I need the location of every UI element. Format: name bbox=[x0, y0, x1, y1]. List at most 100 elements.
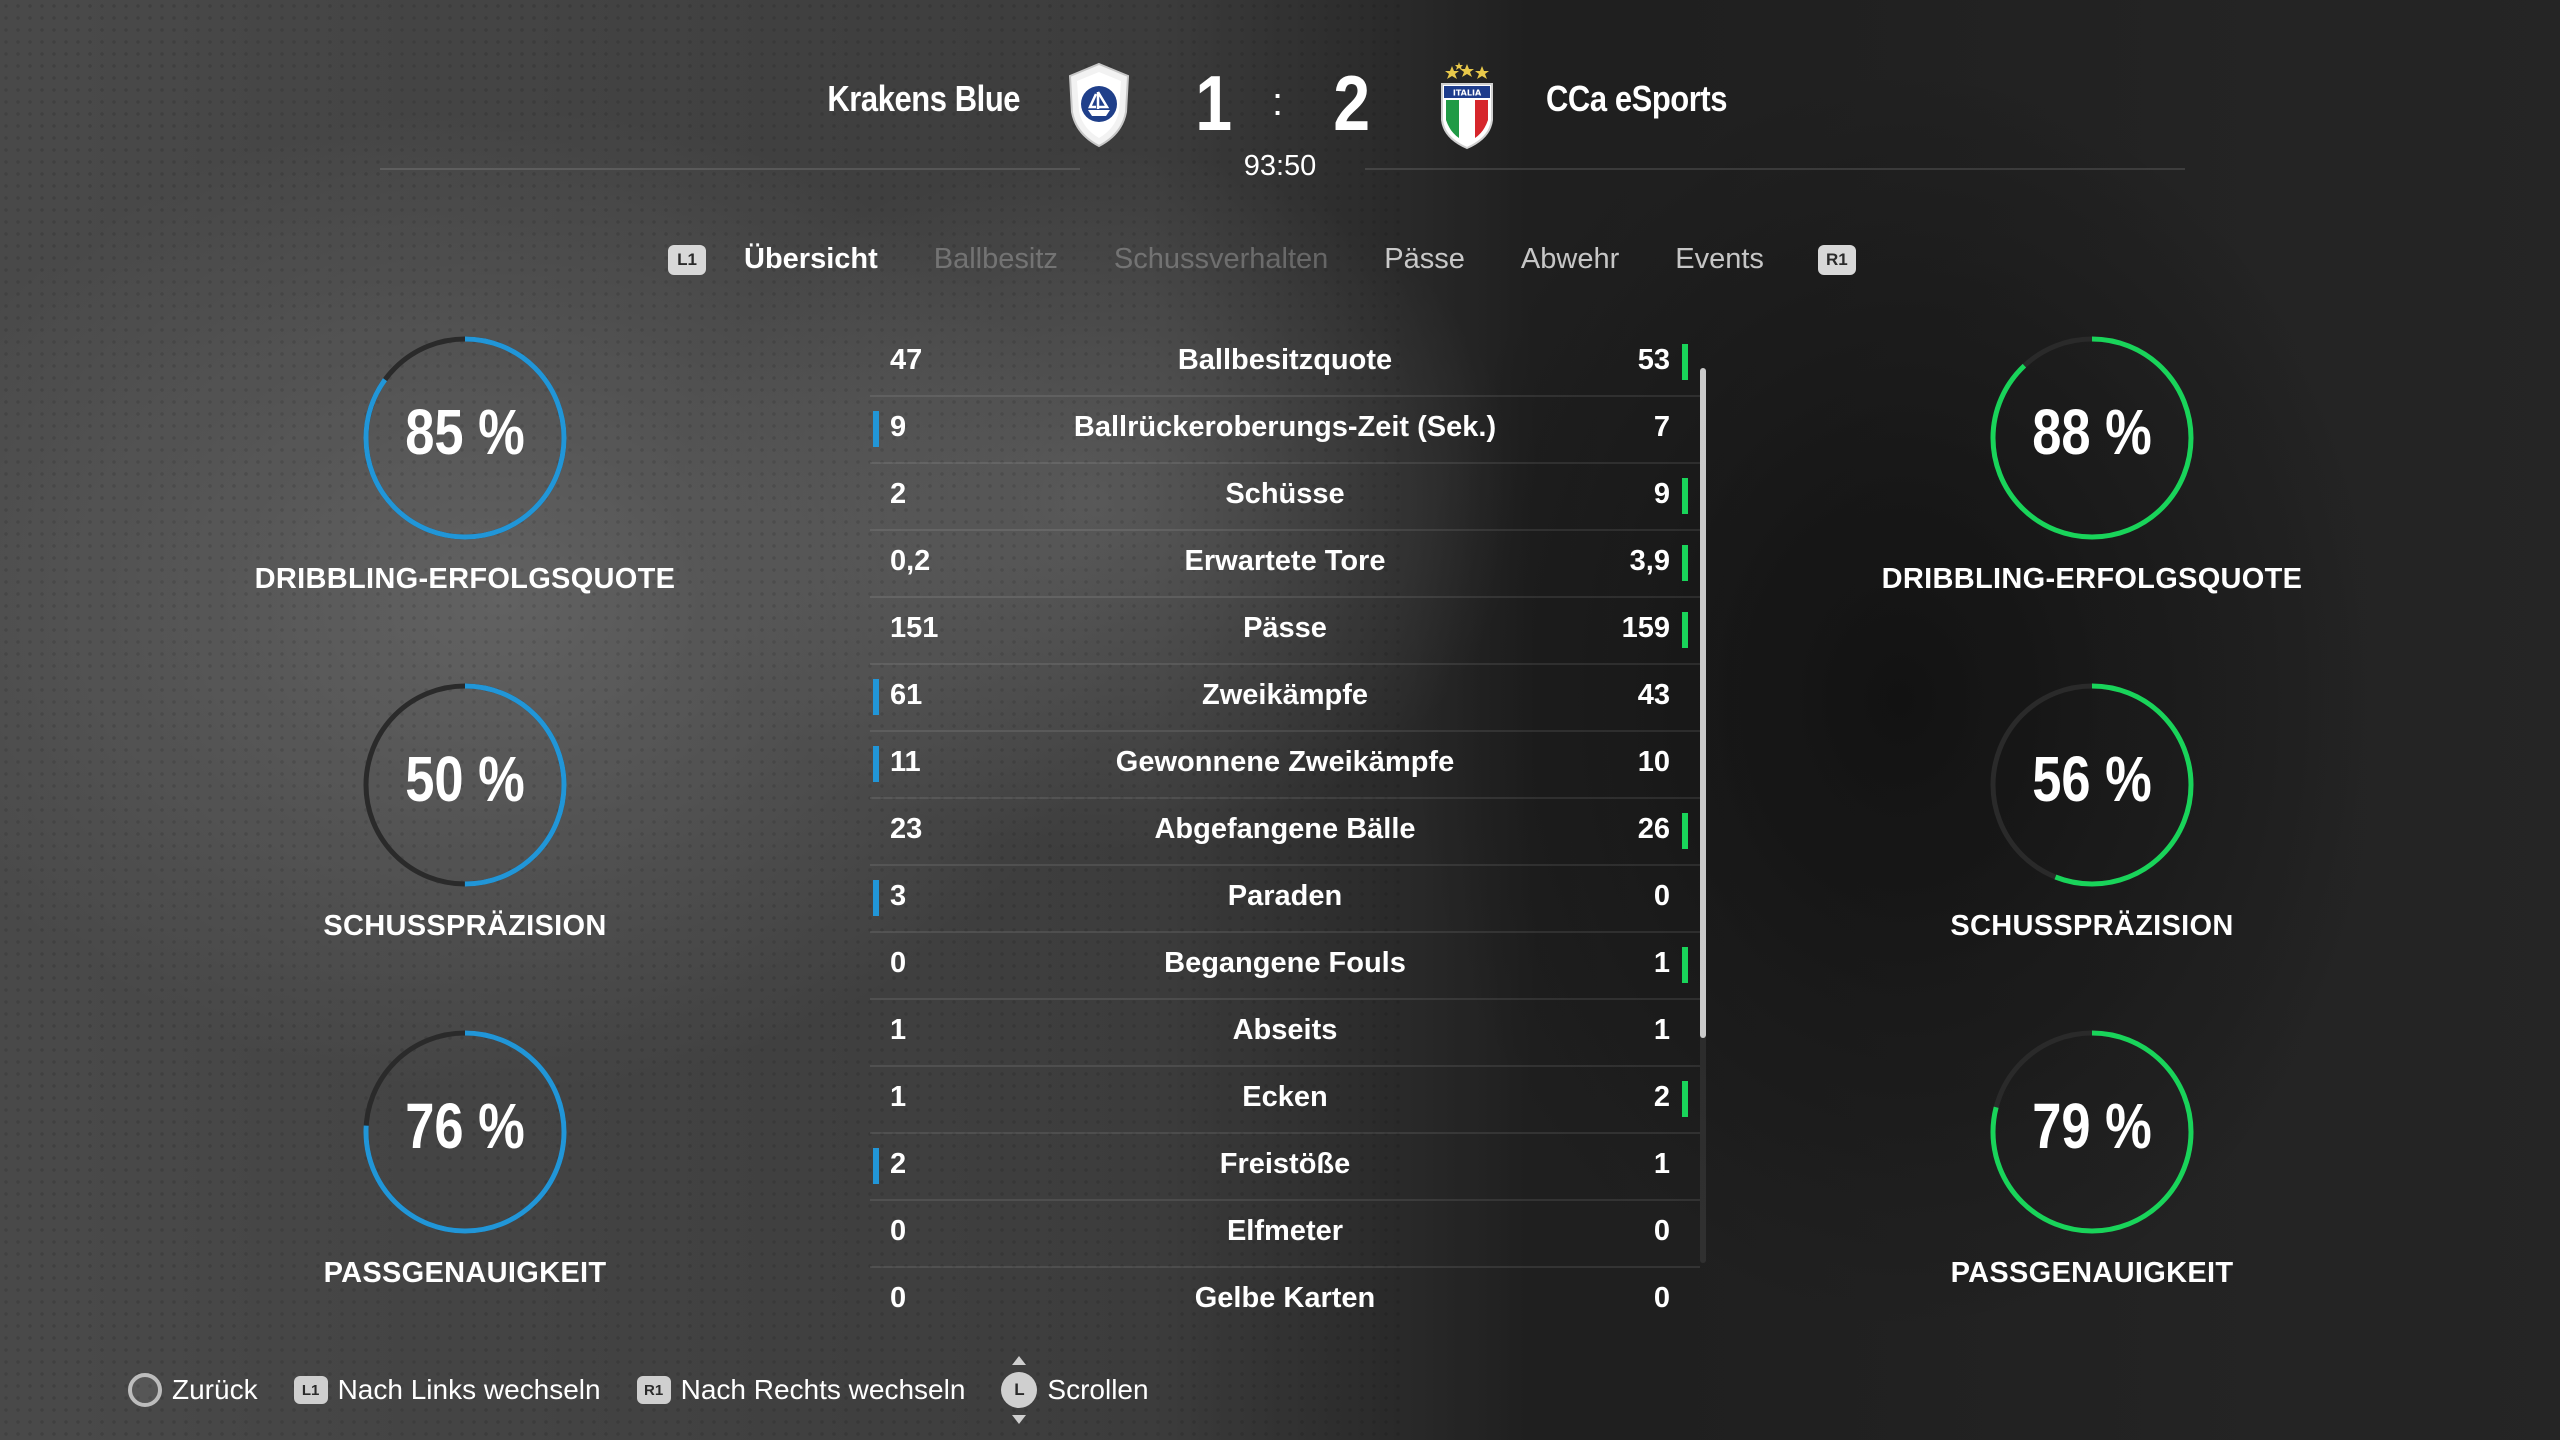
l1-bumper-icon[interactable]: L1 bbox=[668, 244, 706, 275]
table-row: 3 Paraden 0 bbox=[870, 866, 1700, 933]
tab-abwehr[interactable]: Abwehr bbox=[1521, 243, 1619, 276]
stat-name: Ballbesitzquote bbox=[1177, 344, 1393, 376]
away-stat-value: 9 bbox=[1653, 478, 1670, 510]
table-row: 2 Freistöße 1 bbox=[870, 1134, 1700, 1201]
away-stat-value: 7 bbox=[1653, 411, 1670, 443]
away-team-name: CCa eSports bbox=[1546, 78, 1728, 119]
r1-button-icon: R1 bbox=[636, 1376, 671, 1404]
stats-table[interactable]: 47 Ballbesitzquote 53 9 Ballrückeroberun… bbox=[870, 330, 1700, 1333]
ring-label: DRIBBLING-ERFOLGSQUOTE bbox=[1881, 563, 2303, 595]
ring-label: DRIBBLING-ERFOLGSQUOTE bbox=[254, 563, 676, 595]
stat-name: Pässe bbox=[1243, 612, 1327, 644]
stat-name: Ballrückeroberungs-Zeit (Sek.) bbox=[1073, 411, 1497, 443]
away-pass-accuracy-ring: 79 % PASSGENAUIGKEIT bbox=[1862, 1027, 2322, 1290]
away-shot-accuracy-ring: 56 % SCHUSSPRÄZISION bbox=[1862, 680, 2322, 943]
ring-value: 56 % bbox=[2032, 743, 2152, 815]
home-score: 1 bbox=[1195, 59, 1233, 147]
table-row: 0,2 Erwartete Tore 3,9 bbox=[870, 531, 1700, 598]
table-row: 11 Gewonnene Zweikämpfe 10 bbox=[870, 732, 1700, 799]
tab-paesse[interactable]: Pässe bbox=[1384, 243, 1465, 276]
away-stat-value: 1 bbox=[1653, 1148, 1670, 1180]
back-label: Zurück bbox=[172, 1374, 258, 1405]
scrollbar-thumb[interactable] bbox=[1700, 368, 1706, 1038]
tab-ballbesitz: Ballbesitz bbox=[933, 243, 1058, 275]
away-stat-value: 10 bbox=[1637, 746, 1670, 778]
match-clock: 93:50 bbox=[1243, 150, 1317, 182]
away-stat-value: 0 bbox=[1653, 1215, 1670, 1247]
tab-uebersicht[interactable]: Übersicht bbox=[744, 243, 878, 276]
stat-name: Gelbe Karten bbox=[1194, 1282, 1376, 1314]
r1-bumper-icon[interactable]: R1 bbox=[1817, 244, 1856, 275]
away-stat-value: 53 bbox=[1637, 344, 1670, 376]
away-dribbling-ring: 88 % DRIBBLING-ERFOLGSQUOTE bbox=[1862, 333, 2322, 596]
away-score: 2 bbox=[1333, 59, 1371, 147]
tab-events[interactable]: Events bbox=[1675, 243, 1764, 276]
away-stat-value: 0 bbox=[1653, 1282, 1670, 1314]
away-stat-value: 1 bbox=[1653, 947, 1670, 979]
score-separator: : bbox=[1272, 80, 1284, 124]
away-stat-value: 159 bbox=[1621, 612, 1670, 644]
home-shot-accuracy-ring: 50 % SCHUSSPRÄZISION bbox=[235, 680, 695, 943]
l1-button-icon: L1 bbox=[293, 1376, 328, 1404]
stat-name: Freistöße bbox=[1219, 1148, 1351, 1180]
ring-gauge: 50 % bbox=[360, 680, 570, 890]
arrow-down-icon bbox=[1012, 1415, 1027, 1424]
back-button[interactable]: Zurück bbox=[128, 1373, 258, 1407]
home-pass-accuracy-ring: 76 % PASSGENAUIGKEIT bbox=[235, 1027, 695, 1290]
table-row: 61 Zweikämpfe 43 bbox=[870, 665, 1700, 732]
header-divider-left bbox=[380, 168, 1080, 170]
ring-label: SCHUSSPRÄZISION bbox=[1950, 910, 2234, 942]
home-team-name: Krakens Blue bbox=[827, 78, 1020, 119]
stick-badge: L bbox=[1001, 1372, 1038, 1408]
ring-value: 50 % bbox=[405, 743, 525, 815]
stat-name: Gewonnene Zweikämpfe bbox=[1115, 746, 1455, 778]
ring-label: PASSGENAUIGKEIT bbox=[1950, 1257, 2234, 1289]
table-row: 0 Elfmeter 0 bbox=[870, 1201, 1700, 1268]
ring-value: 76 % bbox=[405, 1090, 525, 1162]
table-row: 0 Gelbe Karten 0 bbox=[870, 1268, 1700, 1333]
stat-name: Begangene Fouls bbox=[1164, 947, 1406, 979]
stat-name: Elfmeter bbox=[1226, 1215, 1344, 1247]
away-crest-text: ITALIA bbox=[1453, 89, 1482, 98]
ring-label: SCHUSSPRÄZISION bbox=[323, 910, 607, 942]
stat-name: Abgefangene Bälle bbox=[1154, 813, 1416, 845]
ring-label: PASSGENAUIGKEIT bbox=[323, 1257, 607, 1289]
table-row: 0 Begangene Fouls 1 bbox=[870, 933, 1700, 1000]
stat-name: Zweikämpfe bbox=[1202, 679, 1368, 711]
table-row: 2 Schüsse 9 bbox=[870, 464, 1700, 531]
ring-gauge: 56 % bbox=[1987, 680, 2197, 890]
table-row: 47 Ballbesitzquote 53 bbox=[870, 330, 1700, 397]
stat-name: Paraden bbox=[1227, 880, 1343, 912]
away-stat-value: 26 bbox=[1637, 813, 1670, 845]
ring-value: 88 % bbox=[2032, 396, 2152, 468]
stat-name: Schüsse bbox=[1225, 478, 1345, 510]
away-stat-value: 3,9 bbox=[1629, 545, 1670, 577]
scroll-label: Scrollen bbox=[1047, 1374, 1149, 1405]
circle-button-icon bbox=[128, 1373, 162, 1407]
left-stick-icon: L bbox=[1001, 1356, 1038, 1424]
table-row: 23 Abgefangene Bälle 26 bbox=[870, 799, 1700, 866]
scroll-control[interactable]: L Scrollen bbox=[1001, 1356, 1149, 1424]
ring-gauge: 88 % bbox=[1987, 333, 2197, 543]
stat-name: Ecken bbox=[1242, 1081, 1328, 1113]
ring-value: 85 % bbox=[405, 396, 525, 468]
stats-tabs: L1 Übersicht Ballbesitz Schussverhalten … bbox=[668, 243, 1856, 276]
stats-scrollbar[interactable] bbox=[1700, 368, 1706, 1263]
button-legend: Zurück L1 Nach Links wechseln R1 Nach Re… bbox=[128, 1356, 1185, 1424]
away-stat-value: 1 bbox=[1653, 1014, 1670, 1046]
table-row: 1 Abseits 1 bbox=[870, 1000, 1700, 1067]
away-team-crest: ITALIA bbox=[1432, 60, 1502, 150]
away-stat-value: 2 bbox=[1653, 1081, 1670, 1113]
header-divider-right bbox=[1365, 168, 2185, 170]
ring-value: 79 % bbox=[2032, 1090, 2152, 1162]
switch-left-button[interactable]: L1 Nach Links wechseln bbox=[293, 1374, 601, 1406]
home-dribbling-ring: 85 % DRIBBLING-ERFOLGSQUOTE bbox=[235, 333, 695, 596]
ring-gauge: 76 % bbox=[360, 1027, 570, 1237]
away-stat-value: 0 bbox=[1653, 880, 1670, 912]
arrow-up-icon bbox=[1012, 1356, 1027, 1365]
stat-name: Erwartete Tore bbox=[1184, 545, 1386, 577]
switch-right-button[interactable]: R1 Nach Rechts wechseln bbox=[636, 1374, 966, 1406]
tab-schussverhalten: Schussverhalten bbox=[1113, 243, 1329, 275]
switch-right-label: Nach Rechts wechseln bbox=[680, 1374, 966, 1405]
home-team-crest bbox=[1064, 60, 1134, 150]
